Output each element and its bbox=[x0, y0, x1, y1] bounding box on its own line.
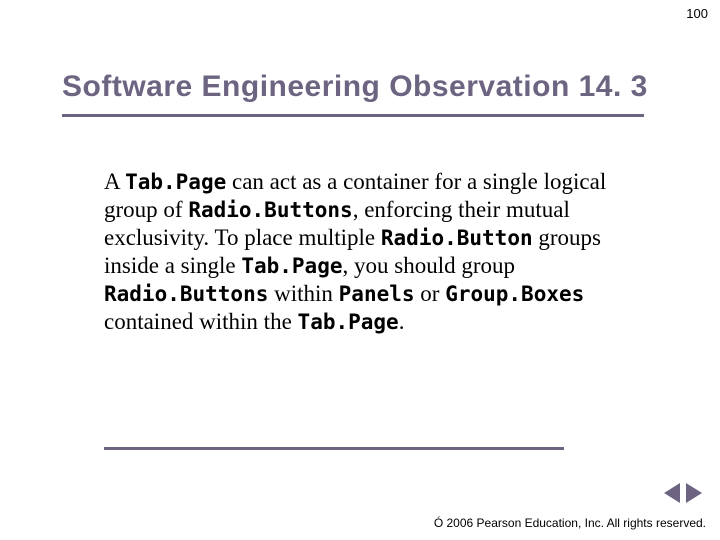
code-tabpage: Tab.Page bbox=[241, 254, 342, 278]
next-arrow-icon[interactable] bbox=[686, 483, 702, 503]
code-radiobuttons: Radio.Buttons bbox=[104, 282, 268, 306]
code-radiobuttons: Radio.Buttons bbox=[188, 198, 352, 222]
copyright-footer: Ó 2006 Pearson Education, Inc. All right… bbox=[434, 516, 706, 530]
code-radiobutton: Radio.Button bbox=[381, 226, 533, 250]
code-tabpage: Tab.Page bbox=[125, 170, 226, 194]
code-groupboxes: Group.Boxes bbox=[445, 282, 584, 306]
title-divider bbox=[62, 114, 644, 117]
body-frag: within bbox=[268, 281, 338, 306]
slide-title: Software Engineering Observation 14. 3 bbox=[62, 70, 648, 104]
nav-arrows bbox=[662, 483, 702, 508]
body-frag: or bbox=[415, 281, 446, 306]
page-number: 100 bbox=[686, 6, 708, 21]
body-frag: A bbox=[104, 169, 125, 194]
body-frag: . bbox=[399, 309, 405, 334]
code-tabpage: Tab.Page bbox=[298, 310, 399, 334]
body-frag: contained within the bbox=[104, 309, 298, 334]
body-frag: , you should group bbox=[343, 253, 516, 278]
code-panels: Panels bbox=[339, 282, 415, 306]
prev-arrow-icon[interactable] bbox=[664, 483, 680, 503]
bottom-divider bbox=[104, 447, 564, 450]
body-text: A Tab.Page can act as a container for a … bbox=[104, 168, 614, 336]
